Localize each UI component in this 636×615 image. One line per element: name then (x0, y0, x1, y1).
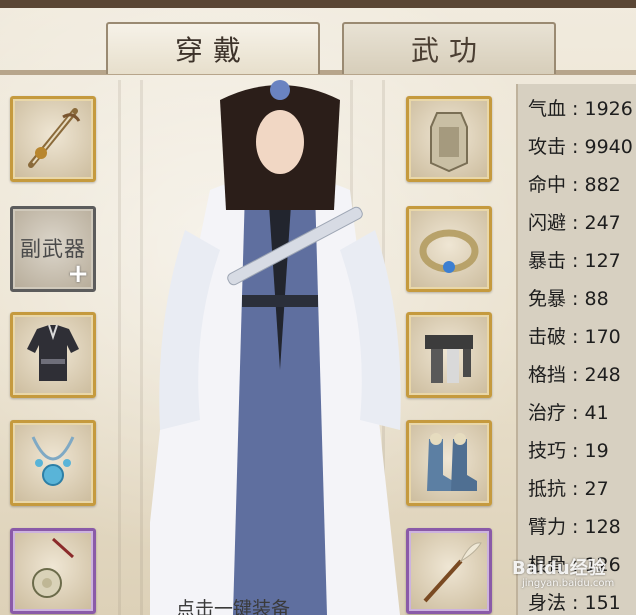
plus-icon[interactable]: + (67, 259, 89, 289)
stat-hp: 气血 : 1926 (528, 98, 633, 120)
pendant-icon (32, 537, 75, 598)
whisk-slot[interactable] (406, 528, 492, 614)
character-figure (150, 80, 401, 615)
weapon-slot[interactable] (10, 96, 96, 182)
jade-pendant-slot[interactable] (10, 528, 96, 614)
armor-slot[interactable] (10, 312, 96, 398)
sword-icon (28, 108, 81, 168)
offhand-weapon-slot[interactable]: 副武器 + (10, 206, 96, 292)
vest-icon (430, 112, 468, 173)
watermark-logo: Baidu经验 (512, 558, 606, 579)
tab-wear[interactable]: 穿戴 (106, 22, 320, 74)
necklace-slot[interactable] (10, 420, 96, 506)
watermark-url: jingyan.baidu.com (522, 578, 615, 589)
stat-block: 格挡 : 248 (528, 364, 621, 386)
whisk-icon (423, 542, 482, 603)
one-click-equip-button[interactable]: 点击一键装备 (176, 594, 290, 615)
stat-hit: 命中 : 882 (528, 174, 621, 196)
stat-break: 击破 : 170 (528, 326, 621, 348)
stat-skill: 技巧 : 19 (528, 440, 609, 462)
stat-strength: 臂力 : 128 (528, 516, 621, 538)
robe-icon (27, 324, 79, 381)
boots-icon (427, 433, 477, 491)
stat-agility: 身法 : 151 (528, 592, 621, 614)
shoulder-armor-slot[interactable] (406, 96, 492, 182)
stat-crit: 暴击 : 127 (528, 250, 621, 272)
bamboo-stalk (140, 80, 143, 615)
ring-slot[interactable] (406, 206, 492, 292)
boots-slot[interactable] (406, 420, 492, 506)
stats-panel: 气血 : 1926 攻击 : 9940 命中 : 882 闪避 : 247 暴击… (516, 84, 636, 615)
belt-icon (425, 335, 473, 383)
bamboo-stalk (118, 80, 121, 615)
tab-martial-arts[interactable]: 武功 (342, 22, 556, 74)
necklace-icon (31, 436, 75, 486)
bracelet-icon (419, 229, 479, 273)
belt-slot[interactable] (406, 312, 492, 398)
stat-dodge: 闪避 : 247 (528, 212, 621, 234)
top-border (0, 0, 636, 8)
stat-resist: 抵抗 : 27 (528, 478, 609, 500)
stat-attack: 攻击 : 9940 (528, 136, 633, 158)
stat-crit-resist: 免暴 : 88 (528, 288, 609, 310)
stat-heal: 治疗 : 41 (528, 402, 609, 424)
